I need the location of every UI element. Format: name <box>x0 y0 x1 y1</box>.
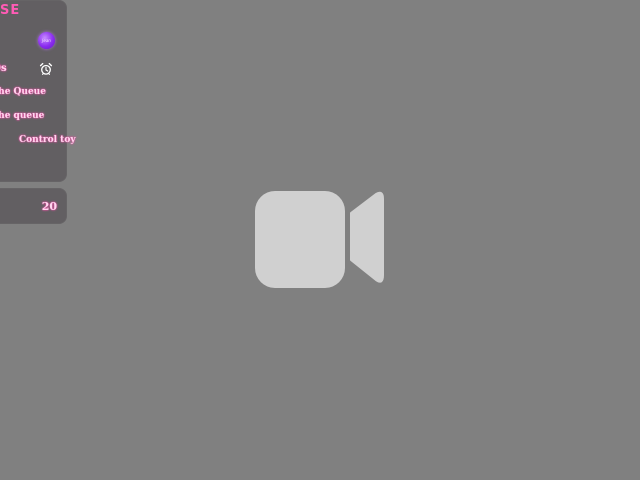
panel-title: SE <box>0 3 21 18</box>
video-camera-icon <box>255 191 384 288</box>
counter-value: 20 <box>41 200 57 213</box>
avatar-label: Jean <box>42 38 51 43</box>
avatar[interactable]: Jean <box>38 32 55 49</box>
control-toy-item[interactable]: Control toy <box>19 135 76 145</box>
timer-readout: 0s <box>0 63 7 74</box>
alarm-clock-icon[interactable] <box>39 62 53 76</box>
control-panel: SE Jean 0s the Queue the queue Control t… <box>0 0 76 182</box>
view-queue-item[interactable]: the queue <box>0 111 44 121</box>
counter-panel: 20 <box>0 188 67 224</box>
join-queue-item[interactable]: the Queue <box>0 87 46 97</box>
